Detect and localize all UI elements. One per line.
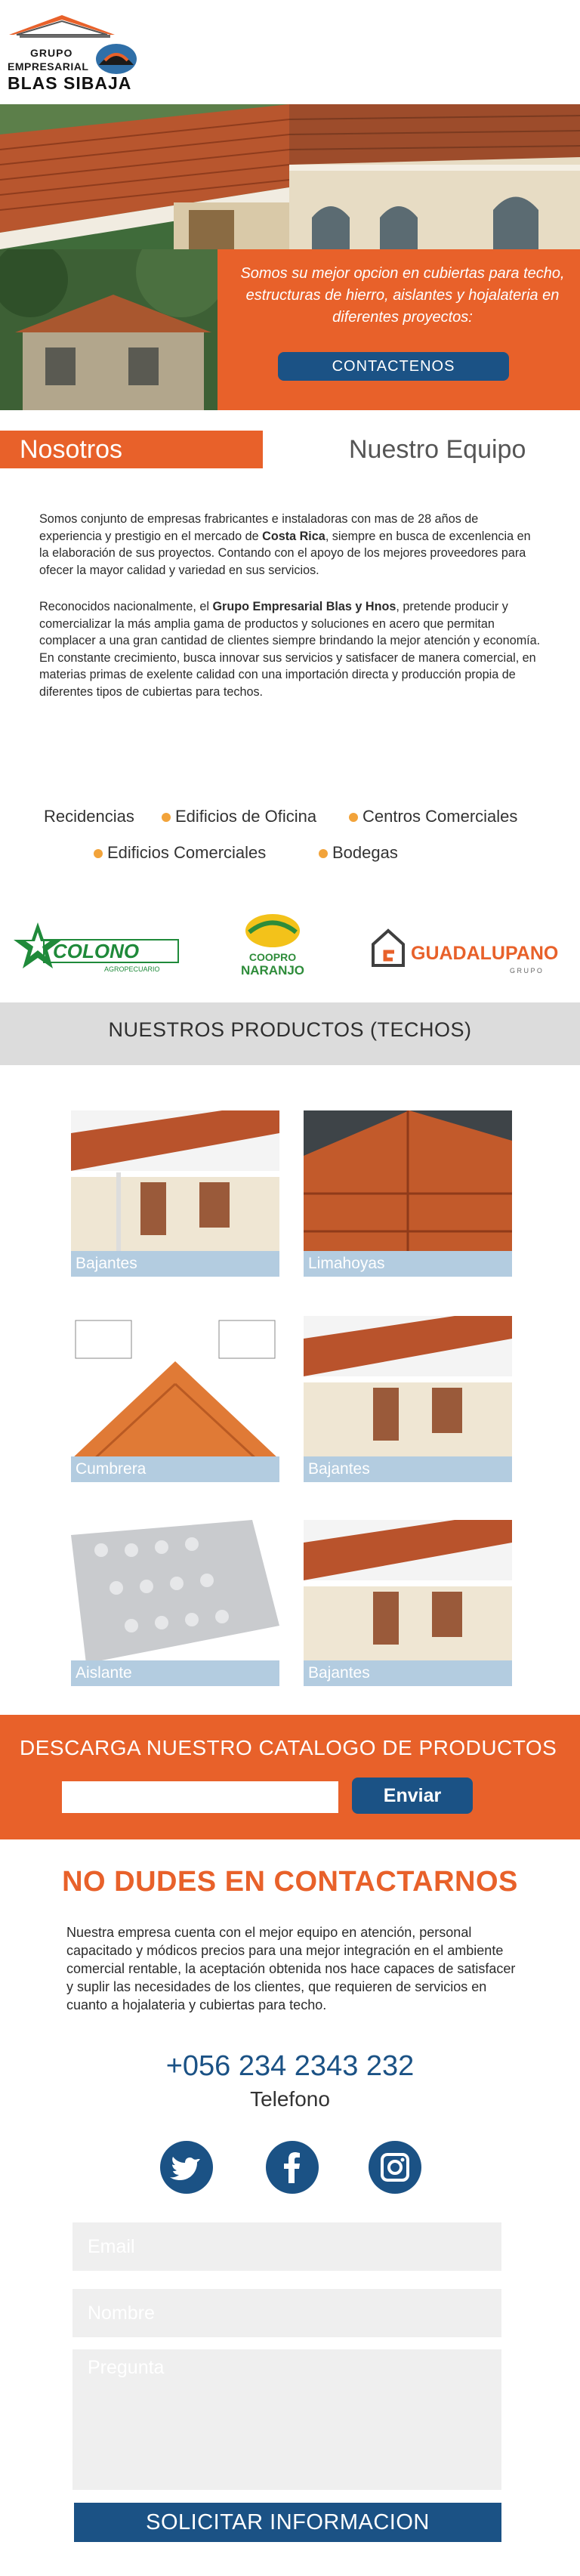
product-label: Limahoyas <box>304 1251 512 1277</box>
hero-section: Somos su mejor opcion en cubiertas para … <box>0 104 580 410</box>
question-field[interactable] <box>72 2349 501 2490</box>
about-paragraph-1: Somos conjunto de empresas frabricantes … <box>39 512 531 577</box>
product-card[interactable]: Aislante <box>71 1520 279 1686</box>
phone-label: Telefono <box>250 2087 330 2111</box>
logo-text-empresarial: EMPRESARIAL <box>8 60 89 73</box>
product-label: Bajantes <box>71 1251 279 1277</box>
bullet-icon <box>349 813 358 823</box>
bullet-icon <box>319 849 328 859</box>
hero-cta-panel: Somos su mejor opcion en cubiertas para … <box>218 249 580 410</box>
hero-photo-stone-house <box>0 249 218 410</box>
colono-logo-text: COLONO <box>53 940 139 962</box>
hero-tagline: Somos su mejor opcion en cubiertas para … <box>240 265 565 326</box>
coopro-logo-text-2: NARANJO <box>241 963 304 978</box>
request-info-button[interactable]: SOLICITAR INFORMACION <box>74 2503 501 2542</box>
coopro-logo-text-1: COOPRO <box>249 951 296 963</box>
tab-nosotros[interactable]: Nosotros <box>0 431 263 468</box>
bullet-icon <box>94 849 103 859</box>
instagram-icon[interactable] <box>369 2141 421 2194</box>
logo-text-brand: BLAS SIBAJA <box>8 73 132 93</box>
partner-logos: COLONO AGROPECUARIO COOPRO NARANJO GUADA… <box>0 907 580 990</box>
email-field[interactable] <box>72 2222 501 2271</box>
category-item: Edificios de Oficina <box>162 807 316 826</box>
product-label: Cumbrera <box>71 1456 279 1482</box>
contact-text: Nuestra empresa cuenta con el mejor equi… <box>66 1925 516 2012</box>
product-label: Aislante <box>71 1660 279 1686</box>
about-text: Somos conjunto de empresas frabricantes … <box>39 511 541 720</box>
twitter-icon[interactable] <box>160 2141 213 2194</box>
name-field[interactable] <box>72 2289 501 2337</box>
category-item: Edificios Comerciales <box>94 843 266 863</box>
hero-photo-house-arches <box>289 104 580 249</box>
facebook-icon[interactable] <box>266 2141 319 2194</box>
product-card[interactable]: Bajantes <box>304 1520 512 1686</box>
logo-badge-icon <box>96 44 137 74</box>
category-item: Recidencias <box>44 807 134 826</box>
catalog-section: DESCARGA NUESTRO CATALOGO DE PRODUCTOS E… <box>0 1715 580 1839</box>
guadalupano-logo-subtext: G R U P O <box>510 967 542 974</box>
coopro-naranjo-logo: COOPRO NARANJO <box>241 914 304 978</box>
contact-us-button[interactable]: CONTACTENOS <box>278 352 509 381</box>
product-card[interactable]: Cumbrera <box>71 1316 279 1482</box>
guadalupano-logo: GUADALUPANO G R U P O <box>372 928 558 974</box>
colono-logo: COLONO AGROPECUARIO <box>14 922 179 973</box>
product-label: Bajantes <box>304 1660 512 1686</box>
contact-title: NO DUDES EN CONTACTARNOS <box>62 1866 518 1898</box>
bullet-icon <box>162 813 171 823</box>
product-card[interactable]: Bajantes <box>71 1110 279 1277</box>
catalog-email-input[interactable] <box>62 1781 338 1813</box>
hero-photo-roof-eave <box>0 104 289 249</box>
product-label: Bajantes <box>304 1456 512 1482</box>
colono-logo-subtext: AGROPECUARIO <box>104 965 160 973</box>
about-paragraph-2: Reconocidos nacionalmente, el Grupo Empr… <box>39 600 541 699</box>
phone-number[interactable]: +056 234 2343 232 <box>0 2050 580 2083</box>
product-card[interactable]: Bajantes <box>304 1316 512 1482</box>
logo-text-grupo: GRUPO <box>30 47 73 59</box>
product-card[interactable]: Limahoyas <box>304 1110 512 1277</box>
category-item: Bodegas <box>319 843 398 863</box>
catalog-title: DESCARGA NUESTRO CATALOGO DE PRODUCTOS <box>20 1736 557 1759</box>
products-title: NUESTROS PRODUCTOS (TECHOS) <box>108 1018 472 1041</box>
guadalupano-logo-text: GUADALUPANO <box>411 943 558 964</box>
tab-nuestro-equipo[interactable]: Nuestro Equipo <box>349 435 526 465</box>
send-button[interactable]: Enviar <box>352 1778 473 1814</box>
category-item: Centros Comerciales <box>349 807 517 826</box>
